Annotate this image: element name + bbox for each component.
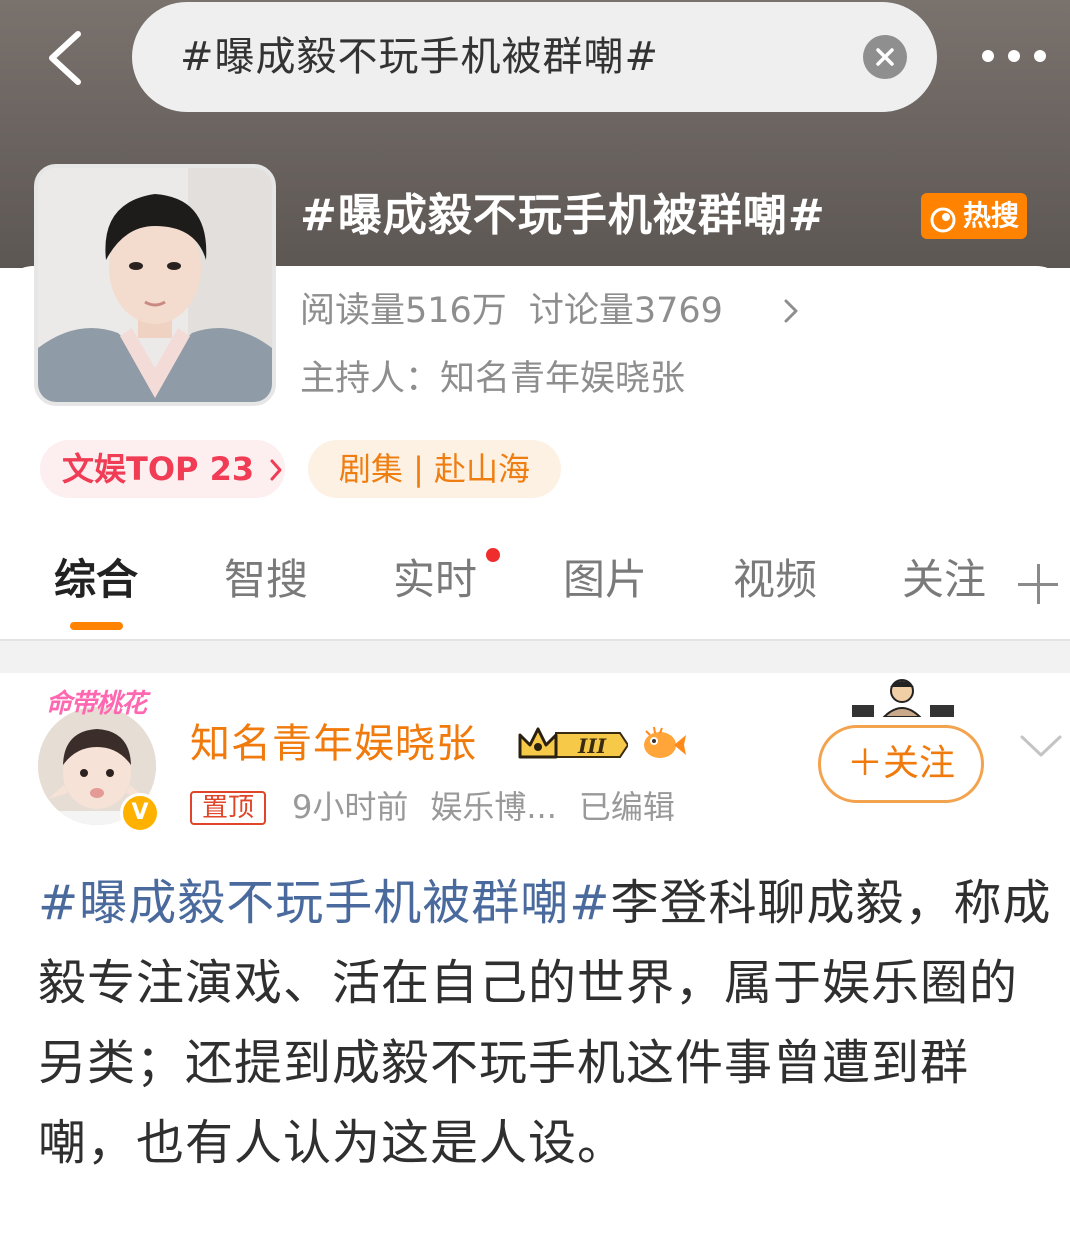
crown-level-badge-icon[interactable]: III <box>516 725 630 765</box>
chevron-right-icon <box>269 442 283 500</box>
post-time: 9小时前 <box>292 788 409 826</box>
discussion-count: 讨论量3769 <box>528 291 723 331</box>
topic-cover-image[interactable] <box>34 164 276 406</box>
post-meta: 9小时前 娱乐博... 已编辑 <box>292 785 675 829</box>
tab-smart-search[interactable]: 智搜 <box>224 552 308 608</box>
section-separator <box>0 641 1070 673</box>
edited-label[interactable]: 已编辑 <box>579 788 675 826</box>
hot-icon <box>929 202 957 233</box>
post-hashtag[interactable]: #曝成毅不玩手机被群嘲# <box>38 875 610 931</box>
author-name[interactable]: 知名青年娱晓张 <box>190 717 477 771</box>
chevron-down-icon[interactable] <box>1018 731 1064 761</box>
more-icon[interactable] <box>980 38 1050 74</box>
add-tab-icon[interactable] <box>1018 564 1058 604</box>
rank-pill[interactable]: 文娱TOP 23 <box>40 440 285 498</box>
topic-host[interactable]: 主持人：知名青年娱晓张 <box>300 356 685 402</box>
tab-bar: 综合 智搜 实时 图片 视频 关注 <box>0 540 1070 640</box>
hot-search-badge[interactable]: 热搜 <box>921 193 1027 239</box>
follow-button[interactable]: ＋关注 <box>818 725 984 803</box>
verified-badge-icon: V <box>120 793 160 833</box>
back-icon[interactable] <box>40 28 94 88</box>
avatar-frame-text: 命带桃花 <box>45 689 147 719</box>
read-count: 阅读量516万 <box>300 291 507 331</box>
tab-following[interactable]: 关注 <box>902 552 986 608</box>
new-indicator-dot <box>486 548 500 562</box>
search-query: #曝成毅不玩手机被群嘲# <box>180 34 660 80</box>
hot-badge-label: 热搜 <box>963 199 1020 232</box>
topic-stats[interactable]: 阅读量516万 讨论量3769 <box>300 288 723 334</box>
rank-pill-label: 文娱TOP 23 <box>62 450 255 488</box>
chevron-right-icon[interactable] <box>778 296 804 326</box>
drama-pill[interactable]: 剧集 | 赴山海 <box>308 440 561 498</box>
search-input[interactable]: #曝成毅不玩手机被群嘲# <box>132 2 937 112</box>
tab-realtime[interactable]: 实时 <box>393 552 477 608</box>
tab-videos[interactable]: 视频 <box>733 552 817 608</box>
post-text: #曝成毅不玩手机被群嘲#李登科聊成毅，称成毅专注演戏、活在自己的世界，属于娱乐圈… <box>38 863 1058 1183</box>
level-text: III <box>577 734 607 758</box>
mascot-sticker-icon <box>848 677 960 718</box>
topic-title: #曝成毅不玩手机被群嘲# <box>300 190 826 241</box>
tab-comprehensive[interactable]: 综合 <box>54 552 138 608</box>
active-tab-indicator <box>70 622 123 630</box>
author-avatar[interactable]: 命带桃花 V <box>28 683 164 833</box>
fan-badge-icon[interactable] <box>640 725 686 763</box>
pinned-tag: 置顶 <box>190 791 267 825</box>
post-source[interactable]: 娱乐博... <box>430 788 557 826</box>
clear-icon[interactable] <box>863 35 907 79</box>
tab-pictures[interactable]: 图片 <box>563 552 647 608</box>
post-card: 命带桃花 V 知名青年娱晓张 III 置顶 9小时前 娱乐博... 已编辑 ＋关… <box>0 673 1070 1245</box>
